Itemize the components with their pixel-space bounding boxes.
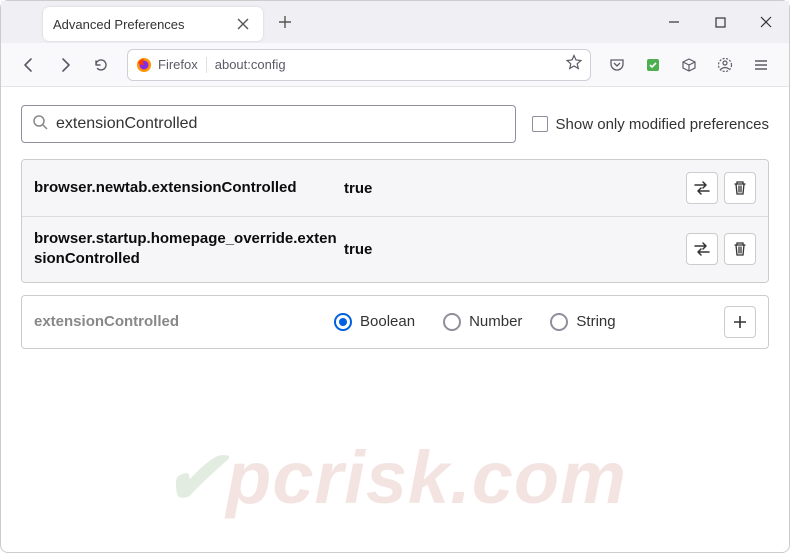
new-pref-table: extensionControlled Boolean Number Strin… [21, 295, 769, 349]
url-text: about:config [215, 57, 566, 72]
account-icon[interactable] [709, 49, 741, 81]
minimize-button[interactable] [651, 1, 697, 43]
browser-tab[interactable]: Advanced Preferences [43, 7, 263, 41]
url-bar[interactable]: Firefox about:config [127, 49, 591, 81]
downloads-icon[interactable] [673, 49, 705, 81]
search-row: Show only modified preferences [21, 105, 769, 143]
pref-value: true [344, 241, 686, 258]
navigation-toolbar: Firefox about:config [1, 43, 789, 87]
bookmark-star-icon[interactable] [566, 54, 582, 75]
search-box[interactable] [21, 105, 516, 143]
radio-boolean[interactable]: Boolean [334, 313, 415, 331]
menu-button[interactable] [745, 49, 777, 81]
pref-row: browser.startup.homepage_override.extens… [22, 217, 768, 282]
pref-name: browser.newtab.extensionControlled [34, 178, 344, 198]
reload-button[interactable] [85, 49, 117, 81]
delete-button[interactable] [724, 233, 756, 265]
radio-label: Boolean [360, 313, 415, 330]
close-window-button[interactable] [743, 1, 789, 43]
new-tab-button[interactable] [271, 8, 299, 36]
watermark-text: ✔pcrisk.com [163, 435, 627, 522]
extension-icon[interactable] [637, 49, 669, 81]
toggle-button[interactable] [686, 233, 718, 265]
prefs-table: browser.newtab.extensionControlled true … [21, 159, 769, 283]
title-bar: Advanced Preferences [1, 1, 789, 43]
pocket-icon[interactable] [601, 49, 633, 81]
radio-label: String [576, 313, 615, 330]
radio-label: Number [469, 313, 522, 330]
forward-button[interactable] [49, 49, 81, 81]
show-modified-checkbox-row[interactable]: Show only modified preferences [532, 116, 769, 133]
identity-label: Firefox [158, 57, 198, 72]
checkbox-icon[interactable] [532, 116, 548, 132]
pref-actions [686, 233, 756, 265]
radio-icon[interactable] [334, 313, 352, 331]
delete-button[interactable] [724, 172, 756, 204]
checkbox-label: Show only modified preferences [556, 116, 769, 133]
tab-title: Advanced Preferences [53, 17, 233, 32]
search-icon [32, 114, 48, 135]
window-controls [651, 1, 789, 43]
about-config-content: Show only modified preferences browser.n… [1, 87, 789, 367]
type-radio-group: Boolean Number String [334, 313, 724, 331]
radio-icon[interactable] [550, 313, 568, 331]
pref-name: browser.startup.homepage_override.extens… [34, 229, 344, 270]
back-button[interactable] [13, 49, 45, 81]
close-tab-icon[interactable] [233, 14, 253, 34]
radio-string[interactable]: String [550, 313, 615, 331]
toggle-button[interactable] [686, 172, 718, 204]
firefox-logo-icon [136, 57, 152, 73]
identity-box[interactable]: Firefox [136, 57, 207, 73]
pref-value: true [344, 180, 686, 197]
pref-row: browser.newtab.extensionControlled true [22, 160, 768, 217]
new-pref-name: extensionControlled [34, 313, 334, 330]
radio-number[interactable]: Number [443, 313, 522, 331]
search-input[interactable] [56, 115, 505, 133]
radio-icon[interactable] [443, 313, 461, 331]
add-button[interactable] [724, 306, 756, 338]
new-pref-row: extensionControlled Boolean Number Strin… [22, 296, 768, 348]
pref-actions [686, 172, 756, 204]
maximize-button[interactable] [697, 1, 743, 43]
